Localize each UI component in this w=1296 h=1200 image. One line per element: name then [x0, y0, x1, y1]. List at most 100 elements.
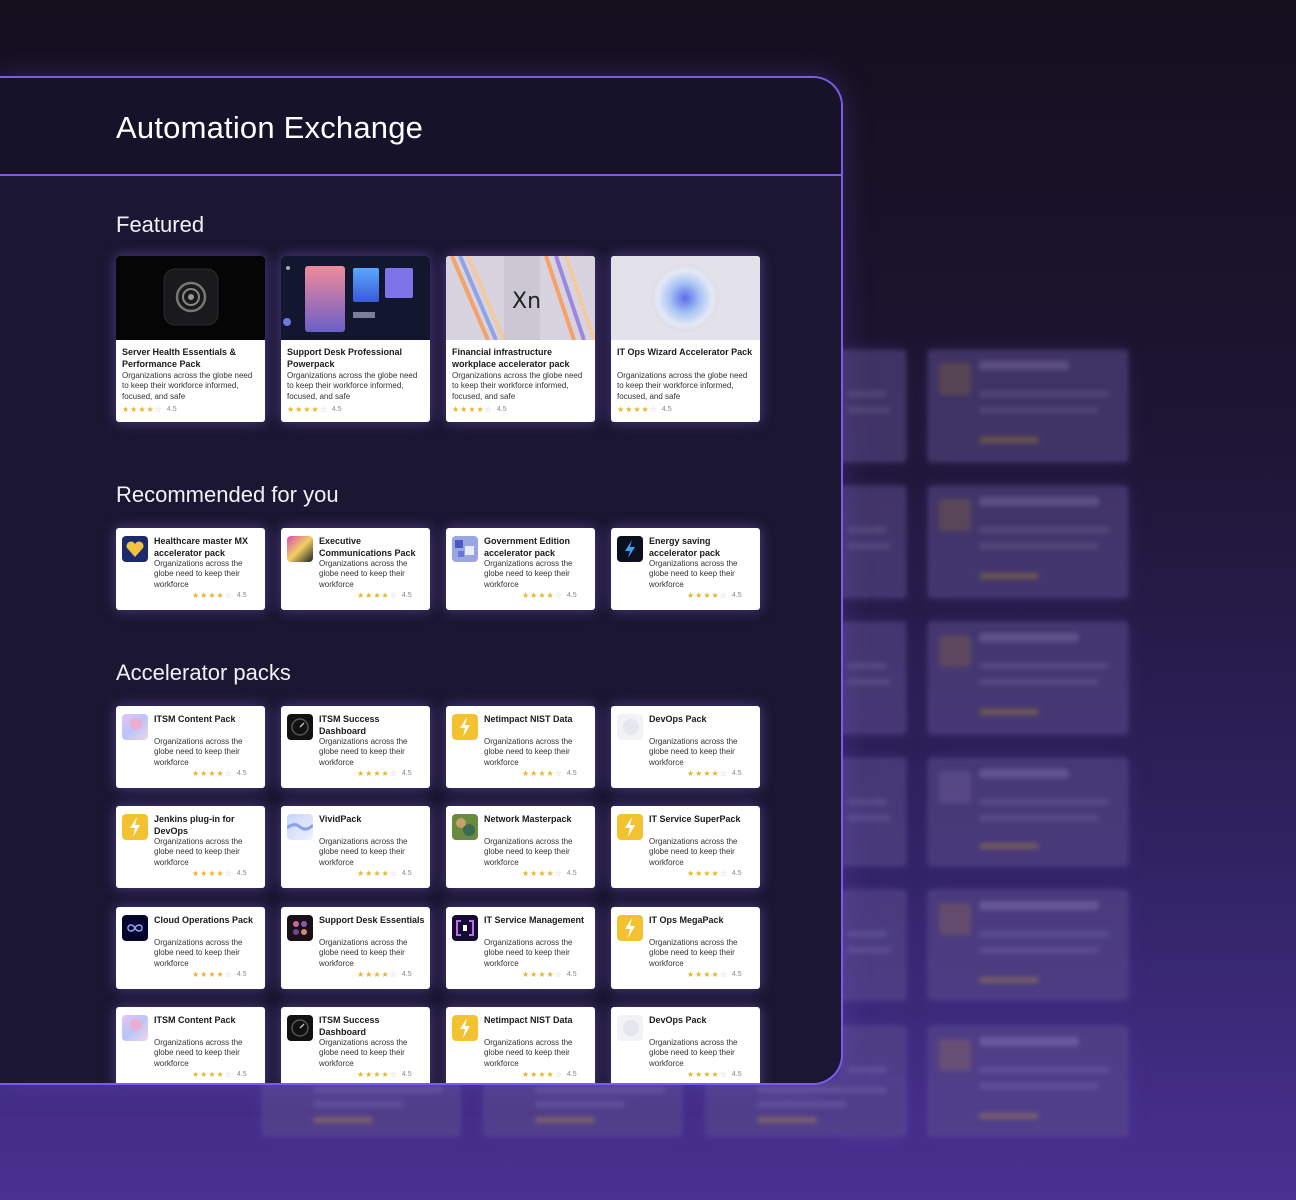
- pack-card[interactable]: DevOps Pack Organizations across the glob…: [611, 706, 760, 788]
- rating-stars: ★ ★ ★ ★ ☆ 4.5: [687, 971, 742, 979]
- brackets-icon: [452, 915, 478, 941]
- pack-card[interactable]: ITSM Content Pack Organizations across th…: [116, 1007, 265, 1083]
- card-title: Healthcare master MX accelerator pack: [154, 536, 249, 558]
- featured-card[interactable]: Server Health Essentials & Performance P…: [116, 256, 265, 422]
- recommended-row: Healthcare master MX accelerator pack Org…: [116, 528, 760, 610]
- star-icon: ★: [192, 1070, 200, 1079]
- star-icon: ★: [687, 970, 695, 979]
- wave-icon: [287, 814, 313, 840]
- rating-stars: ★ ★ ★ ★ ☆ 4.5: [522, 770, 577, 778]
- card-description: Organizations across the globe need to k…: [319, 559, 408, 589]
- pack-card[interactable]: Healthcare master MX accelerator pack Org…: [116, 528, 265, 610]
- star-icon: ★: [208, 769, 216, 778]
- pack-card[interactable]: Netimpact NIST Data Organizations across …: [446, 706, 595, 788]
- rating-stars: ★ ★ ★ ★ ☆ 4.5: [122, 406, 177, 414]
- star-icon: ★: [703, 1070, 711, 1079]
- pack-card[interactable]: Government Edition accelerator pack Organ…: [446, 528, 595, 610]
- rating-value: 4.5: [731, 870, 742, 877]
- featured-card[interactable]: Xn Financial infrastructure workplace acc…: [446, 256, 595, 422]
- pack-card[interactable]: IT Ops MegaPack Organizations across the …: [611, 907, 760, 989]
- star-icon: ★: [546, 869, 554, 878]
- star-icon: ★: [311, 405, 319, 414]
- star-icon: ★: [381, 769, 389, 778]
- card-title: Jenkins plug-in for DevOps: [154, 814, 235, 836]
- star-icon: ★: [146, 405, 154, 414]
- pack-card[interactable]: Network Masterpack Organizations across t…: [446, 806, 595, 888]
- pack-card[interactable]: IT Service SuperPack Organizations across…: [611, 806, 760, 888]
- star-icon: ★: [703, 869, 711, 878]
- star-icon: ★: [522, 591, 530, 600]
- pack-card[interactable]: IT Service Management Organizations acros…: [446, 907, 595, 989]
- star-empty-icon: ☆: [719, 769, 727, 778]
- rating-stars: ★ ★ ★ ★ ☆ 4.5: [687, 770, 742, 778]
- rating-stars: ★ ★ ★ ★ ☆ 4.5: [357, 592, 412, 600]
- card-description: Organizations across the globe need to k…: [617, 371, 748, 401]
- star-icon: ★: [381, 591, 389, 600]
- pack-card[interactable]: DevOps Pack Organizations across the glob…: [611, 1007, 760, 1083]
- rating-stars: ★ ★ ★ ★ ☆ 4.5: [522, 870, 577, 878]
- rating-value: 4.5: [236, 770, 247, 777]
- pack-card[interactable]: ITSM Success Dashboard Organizations acro…: [281, 706, 430, 788]
- star-icon: ★: [522, 1070, 530, 1079]
- rating-value: 4.5: [566, 971, 577, 978]
- star-empty-icon: ☆: [484, 405, 492, 414]
- star-icon: ★: [365, 769, 373, 778]
- rating-stars: ★ ★ ★ ★ ☆ 4.5: [522, 592, 577, 600]
- pack-card[interactable]: Cloud Operations Pack Organizations acros…: [116, 907, 265, 989]
- panel-header: Automation Exchange: [0, 78, 841, 176]
- star-empty-icon: ☆: [224, 869, 232, 878]
- star-icon: ★: [365, 591, 373, 600]
- card-title: IT Ops MegaPack: [649, 915, 724, 925]
- star-icon: ★: [687, 869, 695, 878]
- star-icon: ★: [192, 591, 200, 600]
- card-description: Organizations across the globe need to k…: [484, 938, 573, 968]
- card-thumbnail: Xn: [446, 256, 595, 340]
- star-icon: ★: [192, 769, 200, 778]
- card-description: Organizations across the globe need to k…: [649, 938, 738, 968]
- infinity-icon: [122, 915, 148, 941]
- cubes-icon: [452, 536, 478, 562]
- rating-value: 4.5: [731, 1071, 742, 1078]
- star-icon: ★: [695, 591, 703, 600]
- star-icon: ★: [357, 970, 365, 979]
- rating-value: 4.5: [401, 870, 412, 877]
- featured-card[interactable]: IT Ops Wizard Accelerator Pack Organizati…: [611, 256, 760, 422]
- pack-card[interactable]: ITSM Success Dashboard Organizations acro…: [281, 1007, 430, 1083]
- rating-value: 4.5: [331, 406, 342, 413]
- pack-card[interactable]: Support Desk Essentials Organizations acr…: [281, 907, 430, 989]
- pack-card[interactable]: ITSM Content Pack Organizations across th…: [116, 706, 265, 788]
- pack-card[interactable]: Netimpact NIST Data Organizations across …: [446, 1007, 595, 1083]
- star-icon: ★: [538, 869, 546, 878]
- card-title: Energy saving accelerator pack: [649, 536, 721, 558]
- star-icon: ★: [695, 970, 703, 979]
- pack-card[interactable]: VividPack Organizations across the globe …: [281, 806, 430, 888]
- card-description: Organizations across the globe need to k…: [287, 371, 418, 401]
- rating-stars: ★ ★ ★ ★ ☆ 4.5: [522, 971, 577, 979]
- star-icon: ★: [711, 769, 719, 778]
- page-title: Automation Exchange: [116, 110, 424, 145]
- pack-card[interactable]: Energy saving accelerator pack Organizati…: [611, 528, 760, 610]
- star-empty-icon: ☆: [719, 591, 727, 600]
- pack-card[interactable]: Jenkins plug-in for DevOps Organizations …: [116, 806, 265, 888]
- star-icon: ★: [468, 405, 476, 414]
- accelerator-row: Cloud Operations Pack Organizations acros…: [116, 907, 760, 989]
- star-icon: ★: [216, 869, 224, 878]
- rating-stars: ★ ★ ★ ★ ☆ 4.5: [687, 592, 742, 600]
- star-icon: ★: [460, 405, 468, 414]
- rating-value: 4.5: [566, 870, 577, 877]
- star-icon: ★: [200, 591, 208, 600]
- star-icon: ★: [538, 769, 546, 778]
- card-description: Organizations across the globe need to k…: [154, 837, 243, 867]
- rating-stars: ★ ★ ★ ★ ☆ 4.5: [452, 406, 507, 414]
- star-icon: ★: [216, 970, 224, 979]
- card-description: Organizations across the globe need to k…: [154, 938, 243, 968]
- star-icon: ★: [538, 591, 546, 600]
- pack-card[interactable]: Executive Communications Pack Organizatio…: [281, 528, 430, 610]
- featured-card[interactable]: Support Desk Professional Powerpack Organ…: [281, 256, 430, 422]
- card-title: Financial infrastructure workplace accel…: [452, 347, 570, 369]
- card-description: Organizations across the globe need to k…: [319, 938, 408, 968]
- card-description: Organizations across the globe need to k…: [319, 837, 408, 867]
- featured-row: Server Health Essentials & Performance P…: [116, 256, 760, 422]
- rating-stars: ★ ★ ★ ★ ☆ 4.5: [357, 870, 412, 878]
- rating-value: 4.5: [731, 770, 742, 777]
